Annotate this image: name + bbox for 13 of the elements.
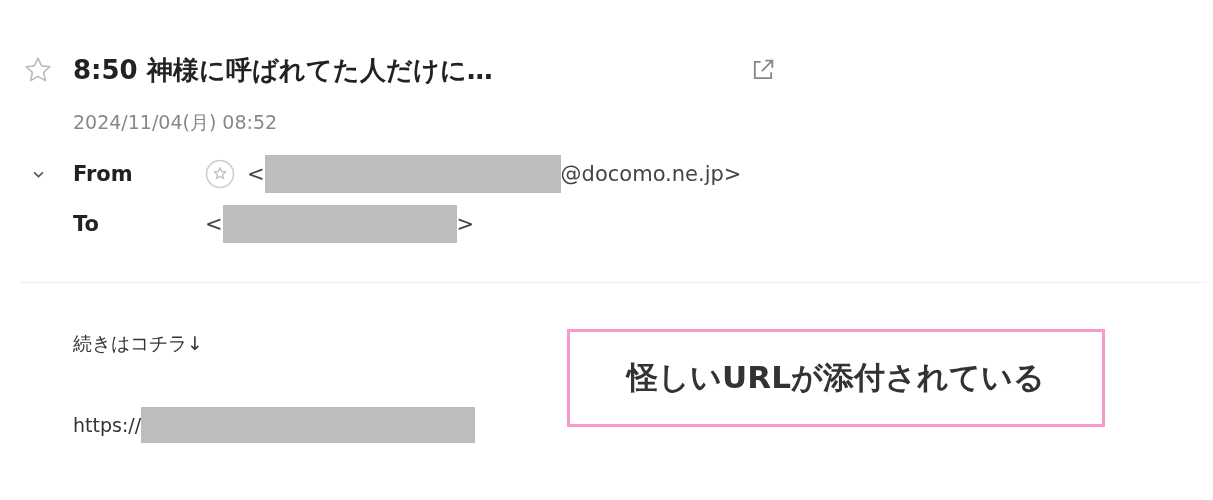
body-text: 続きはコチラ↓ [73, 331, 204, 356]
to-label: To [73, 212, 100, 236]
url-prefix: https:// [73, 414, 142, 436]
avatar-icon [205, 159, 235, 189]
from-label: From [73, 162, 134, 186]
email-subject: 8:50 神様に呼ばれてた人だけに… [73, 53, 494, 87]
sender-address-start: < [247, 162, 265, 186]
recipient-address-end: > [456, 212, 475, 236]
email-date: 2024/11/04(月) 08:52 [73, 110, 279, 135]
chevron-icon[interactable] [33, 170, 44, 178]
sender-domain: @docomo.ne.jp> [560, 162, 742, 186]
recipient-address-start: < [205, 212, 223, 236]
annotation-callout: 怪しいURLが添付されている [567, 329, 1105, 427]
